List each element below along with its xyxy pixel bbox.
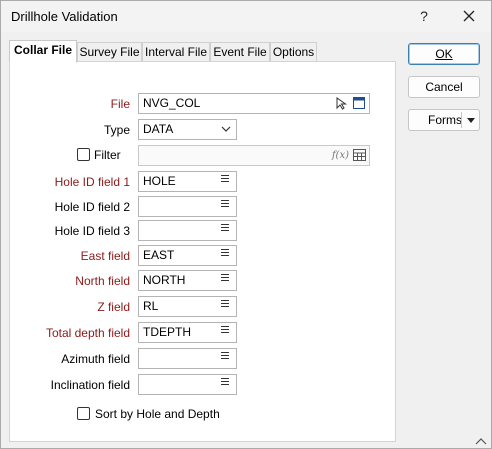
north-field-label: North field xyxy=(75,274,130,288)
hole-id-1-value: HOLE xyxy=(143,174,176,188)
caret-down-icon[interactable] xyxy=(467,118,475,123)
east-field-label: East field xyxy=(80,249,130,263)
file-value: NVG_COL xyxy=(143,96,201,110)
table-icon[interactable] xyxy=(353,149,366,161)
cancel-button-label: Cancel xyxy=(425,80,463,94)
file-input[interactable]: NVG_COL xyxy=(138,93,370,114)
chevron-up-icon xyxy=(475,438,487,445)
list-icon[interactable] xyxy=(221,249,231,261)
tab-collar-file[interactable]: Collar File xyxy=(9,40,77,63)
list-icon[interactable] xyxy=(221,224,231,236)
list-icon[interactable] xyxy=(221,326,231,338)
cancel-button[interactable]: Cancel xyxy=(408,76,480,98)
tab-survey-file[interactable]: Survey File xyxy=(77,42,142,62)
inclination-label: Inclination field xyxy=(50,378,130,392)
hole-id-1-label: Hole ID field 1 xyxy=(54,175,130,189)
chevron-down-icon xyxy=(221,126,231,132)
ok-button[interactable]: OK xyxy=(408,43,480,65)
tab-options[interactable]: Options xyxy=(270,42,317,62)
filter-label: Filter xyxy=(94,148,121,162)
forms-button-label: Forms xyxy=(428,113,462,127)
type-label: Type xyxy=(103,123,130,137)
list-icon[interactable] xyxy=(221,378,231,390)
z-field-label: Z field xyxy=(97,300,130,314)
forms-button[interactable]: Forms xyxy=(408,109,480,131)
azimuth-label: Azimuth field xyxy=(61,352,130,366)
hole-id-3-input[interactable] xyxy=(138,220,237,241)
title-bar: Drillhole Validation ? xyxy=(1,1,491,32)
hole-id-2-input[interactable] xyxy=(138,196,237,217)
sort-label[interactable]: Sort by Hole and Depth xyxy=(95,407,220,421)
list-icon[interactable] xyxy=(221,175,231,187)
east-field-input[interactable]: EAST xyxy=(138,245,237,266)
inclination-input[interactable] xyxy=(138,374,237,395)
total-depth-value: TDEPTH xyxy=(143,325,191,339)
z-field-value: RL xyxy=(143,299,159,313)
help-button[interactable]: ? xyxy=(413,5,435,27)
list-icon[interactable] xyxy=(221,300,231,312)
function-fx-icon[interactable]: f(x) xyxy=(332,146,349,165)
browse-window-icon[interactable] xyxy=(353,97,365,109)
filter-checkbox[interactable] xyxy=(77,148,90,161)
collar-file-panel: File NVG_COL Type DATA Filter f(x) Hole … xyxy=(9,61,396,442)
z-field-input[interactable]: RL xyxy=(138,296,237,317)
split-divider xyxy=(461,112,462,128)
file-label: File xyxy=(110,97,130,111)
ok-button-label: OK xyxy=(435,47,453,61)
window-title: Drillhole Validation xyxy=(11,9,118,24)
east-field-value: EAST xyxy=(143,248,175,262)
tab-interval-file[interactable]: Interval File xyxy=(142,42,210,62)
cursor-select-icon[interactable] xyxy=(335,97,348,110)
filter-expression-input[interactable]: f(x) xyxy=(138,145,370,166)
tab-event-file[interactable]: Event File xyxy=(210,42,270,62)
azimuth-input[interactable] xyxy=(138,348,237,369)
type-value: DATA xyxy=(143,122,174,136)
sort-checkbox[interactable] xyxy=(77,407,90,420)
list-icon[interactable] xyxy=(221,274,231,286)
dialog-window: Drillhole Validation ? Collar File Surve… xyxy=(0,0,492,449)
list-icon[interactable] xyxy=(221,200,231,212)
total-depth-label: Total depth field xyxy=(45,326,130,340)
north-field-value: NORTH xyxy=(143,273,186,287)
close-button[interactable] xyxy=(456,5,482,27)
hole-id-3-label: Hole ID field 3 xyxy=(54,224,130,238)
north-field-input[interactable]: NORTH xyxy=(138,270,237,291)
total-depth-input[interactable]: TDEPTH xyxy=(138,322,237,343)
hole-id-2-label: Hole ID field 2 xyxy=(54,200,130,214)
type-select[interactable]: DATA xyxy=(138,119,237,140)
list-icon[interactable] xyxy=(221,352,231,364)
close-icon xyxy=(463,10,475,22)
hole-id-1-input[interactable]: HOLE xyxy=(138,171,237,192)
